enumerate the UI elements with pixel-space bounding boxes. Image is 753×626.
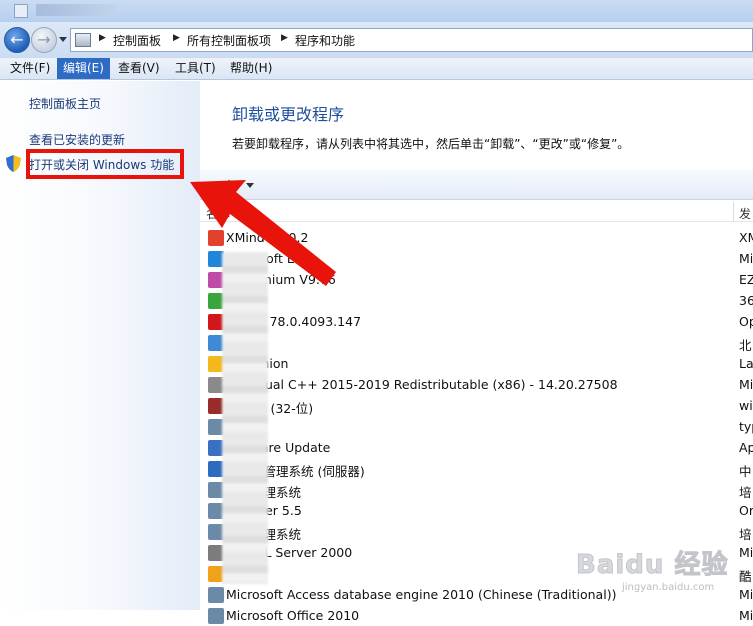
red-arrow-annotation (190, 180, 336, 286)
watermark-logo: Baidu 经验 (575, 550, 729, 581)
program-publisher: Mi (739, 608, 753, 623)
program-name: Microsoft Office 2010 (226, 608, 360, 623)
watermark: Baidu 经验 jingyan.baidu.com (575, 544, 746, 604)
window-icon (208, 608, 224, 624)
watermark-url: jingyan.baidu.com (622, 582, 715, 593)
